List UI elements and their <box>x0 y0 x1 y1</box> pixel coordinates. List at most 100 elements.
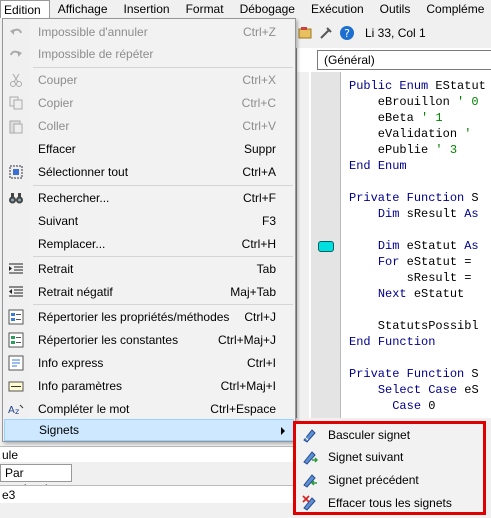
code-line[interactable]: ​ <box>349 222 486 238</box>
menu-complements[interactable]: Compléme <box>418 0 491 18</box>
help-icon[interactable]: ? <box>338 24 356 42</box>
submenu-item-label: Effacer tous les signets <box>328 496 452 510</box>
code-line[interactable]: Next eStatut <box>349 286 486 302</box>
menu-item-remplacer[interactable]: Remplacer... Ctrl+H <box>4 233 294 255</box>
list-members-icon <box>8 309 24 325</box>
menu-item-label: Info express <box>38 356 104 370</box>
menu-separator <box>33 256 293 257</box>
code-line[interactable]: ​ <box>349 350 486 366</box>
menu-edition[interactable]: Edition <box>0 0 50 18</box>
previous-bookmark-icon <box>302 472 318 488</box>
menu-item-completer-mot[interactable]: Az Compléter le mot Ctrl+Espace <box>4 398 294 420</box>
tab-par-categorie[interactable]: Par catégorie <box>0 464 72 496</box>
menu-item-label: Impossible de répéter <box>38 47 154 61</box>
code-line[interactable]: eBrouillon ' 0 <box>349 94 486 110</box>
menu-item-label: Rechercher... <box>38 191 110 205</box>
code-editor[interactable]: Public Enum EStatut eBrouillon ' 0 eBeta… <box>349 78 486 414</box>
menu-item-shortcut: Ctrl+Maj+J <box>217 333 276 347</box>
menu-format[interactable]: Format <box>178 0 232 18</box>
menu-item-suivant[interactable]: Suivant F3 <box>4 210 294 232</box>
bookmark-marker <box>318 241 334 252</box>
menu-item-label: Répertorier les constantes <box>38 333 179 347</box>
menu-outils[interactable]: Outils <box>372 0 419 18</box>
menu-item-label: Effacer <box>38 142 76 156</box>
menu-item-shortcut: Ctrl+F <box>243 191 276 205</box>
code-line[interactable]: Private Function S <box>349 366 486 382</box>
vertical-scrollbar[interactable] <box>297 72 309 418</box>
menu-item-retrait[interactable]: Retrait Tab <box>4 258 294 280</box>
complete-word-icon: Az <box>8 401 24 417</box>
menu-item-undo[interactable]: Impossible d'annuler Ctrl+Z <box>4 21 294 43</box>
parameter-info-icon <box>8 378 24 394</box>
menu-item-redo[interactable]: Impossible de répéter <box>4 43 294 65</box>
menu-item-label: Coller <box>38 119 70 133</box>
menu-item-label: Couper <box>38 73 78 87</box>
code-line[interactable]: Select Case eS <box>349 382 486 398</box>
submenu-item-effacer-signets[interactable]: Effacer tous les signets <box>296 492 483 514</box>
cursor-position: Li 33, Col 1 <box>365 26 426 40</box>
menu-item-shortcut: Ctrl+X <box>242 73 276 87</box>
code-line[interactable]: Public Enum EStatut <box>349 78 486 94</box>
code-line[interactable]: eBeta ' 1 <box>349 110 486 126</box>
code-line[interactable]: Case 0 <box>349 398 486 414</box>
menu-item-shortcut: Ctrl+Z <box>243 25 276 39</box>
code-line[interactable]: Dim sResult As <box>349 206 486 222</box>
svg-text:A: A <box>8 405 15 416</box>
menu-item-info-parametres[interactable]: Info paramètres Ctrl+Maj+I <box>4 375 294 397</box>
submenu-item-signet-suivant[interactable]: Signet suivant <box>296 446 483 468</box>
menu-item-effacer[interactable]: Effacer Suppr <box>4 138 294 160</box>
menu-bar: Edition Affichage Insertion Format Débog… <box>0 0 491 18</box>
menu-item-list-members[interactable]: Répertorier les propriétés/méthodes Ctrl… <box>4 306 294 328</box>
code-line[interactable]: StatutsPossibl <box>349 318 486 334</box>
menu-debogage[interactable]: Débogage <box>232 0 303 18</box>
outdent-icon <box>8 284 24 300</box>
menu-separator <box>33 304 293 305</box>
code-line[interactable]: End Enum <box>349 158 486 174</box>
menu-item-label: Signets <box>39 423 80 437</box>
menu-item-select-all[interactable]: Sélectionner tout Ctrl+A <box>4 161 294 183</box>
project-explorer-icon[interactable] <box>296 24 314 42</box>
properties-row[interactable]: e3 <box>0 485 296 503</box>
code-line[interactable]: Private Function S <box>349 190 486 206</box>
menu-item-label: Impossible d'annuler <box>38 25 148 39</box>
menu-insertion[interactable]: Insertion <box>116 0 178 18</box>
properties-row[interactable]: ule <box>0 446 296 462</box>
menu-item-retrait-negatif[interactable]: Retrait négatif Maj+Tab <box>4 281 294 303</box>
menu-item-label: Copier <box>38 96 74 110</box>
menu-item-info-express[interactable]: Info express Ctrl+I <box>4 352 294 374</box>
tools-icon[interactable] <box>317 24 335 42</box>
edit-menu: Impossible d'annuler Ctrl+Z Impossible d… <box>2 18 296 442</box>
menu-item-list-constants[interactable]: Répertorier les constantes Ctrl+Maj+J <box>4 329 294 351</box>
code-line[interactable]: ePublie ' 3 <box>349 142 486 158</box>
menu-item-signets[interactable]: Signets <box>4 419 294 441</box>
code-line[interactable]: Dim eStatut As <box>349 238 486 254</box>
menu-item-coller[interactable]: Coller Ctrl+V <box>4 115 294 137</box>
code-line[interactable]: eValidation ' <box>349 126 486 142</box>
indent-icon <box>8 261 24 277</box>
code-line[interactable]: ​ <box>349 174 486 190</box>
menu-affichage[interactable]: Affichage <box>50 0 116 18</box>
next-bookmark-icon <box>302 449 319 465</box>
submenu-item-label: Basculer signet <box>328 428 411 442</box>
menu-item-couper[interactable]: Couper Ctrl+X <box>4 69 294 91</box>
menu-item-shortcut: Ctrl+H <box>241 237 276 251</box>
menu-item-copier[interactable]: Copier Ctrl+C <box>4 92 294 114</box>
code-line[interactable]: For eStatut = <box>349 254 486 270</box>
svg-text:z: z <box>15 407 19 416</box>
menu-item-rechercher[interactable]: Rechercher... Ctrl+F <box>4 187 294 209</box>
code-line[interactable]: ​ <box>349 302 486 318</box>
undo-icon <box>8 24 24 40</box>
submenu-item-signet-precedent[interactable]: Signet précédent <box>296 469 483 491</box>
procedure-combo[interactable]: (Général) <box>317 50 491 70</box>
svg-text:?: ? <box>344 27 350 40</box>
menu-item-label: Remplacer... <box>38 237 106 251</box>
menu-execution[interactable]: Exécution <box>303 0 372 18</box>
redo-icon <box>8 46 24 62</box>
list-constants-icon <box>8 332 24 348</box>
menu-item-label: Compléter le mot <box>38 402 130 416</box>
paste-icon <box>8 118 24 134</box>
binoculars-icon <box>8 190 24 206</box>
code-line[interactable]: sResult = <box>349 270 486 286</box>
submenu-item-basculer-signet[interactable]: Basculer signet <box>296 424 483 446</box>
code-line[interactable]: End Function <box>349 334 486 350</box>
